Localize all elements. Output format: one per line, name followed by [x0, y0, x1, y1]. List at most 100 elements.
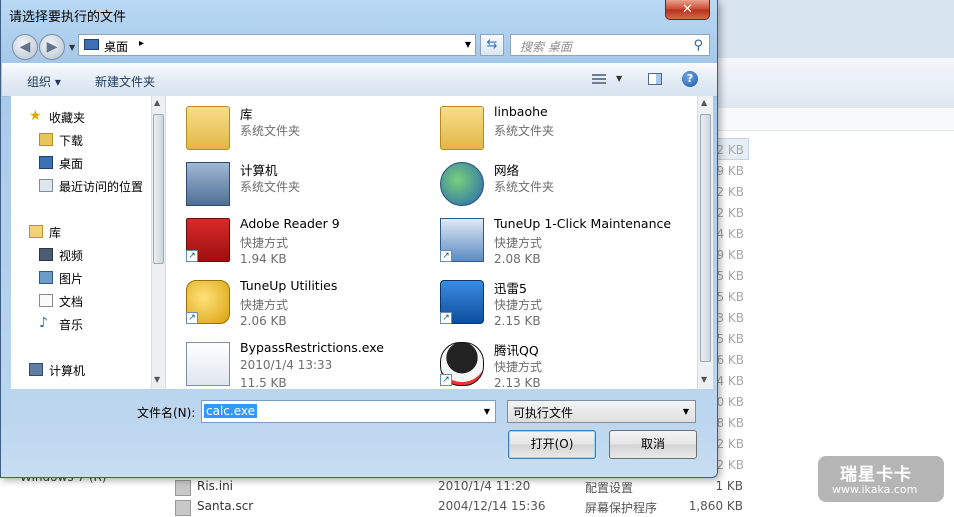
screensaver-file-icon	[175, 500, 191, 516]
file-detail: 快捷方式	[494, 236, 543, 250]
back-arrow-icon: ◀	[19, 39, 31, 55]
filename-dropdown-icon[interactable]: ▼	[484, 407, 490, 416]
address-location[interactable]: 桌面	[104, 38, 128, 55]
recent-locations-dropdown[interactable]: ▼	[69, 43, 75, 52]
background-file-date: 2010/1/4 11:20	[438, 479, 531, 493]
filetype-select[interactable]: 可执行文件 ▼	[507, 400, 696, 423]
nav-label: 收藏夹	[49, 111, 86, 125]
file-name: linbaohe	[494, 104, 548, 119]
watermark-title: 瑞星卡卡	[840, 465, 912, 485]
file-detail: 系统文件夹	[494, 180, 555, 194]
search-icon[interactable]: ⚲	[693, 38, 703, 53]
background-file-size: 1,860 KB	[688, 499, 743, 513]
background-file-size: 1 KB	[715, 479, 743, 493]
file-item[interactable]: ↗ TuneUp Utilities 快捷方式 2.06 KB	[166, 278, 416, 330]
view-options-icon[interactable]	[592, 72, 606, 86]
background-title-area	[716, 0, 954, 58]
background-file-name: Ris.ini	[197, 479, 234, 493]
filename-value[interactable]: calc.exe	[204, 404, 257, 418]
filename-input[interactable]: calc.exe ▼	[201, 400, 496, 423]
address-dropdown-icon[interactable]: ▼	[465, 40, 471, 49]
command-bar: 组织 ▾ 新建文件夹 ▼ ?	[2, 63, 717, 97]
file-item[interactable]: 网络 系统文件夹	[420, 160, 670, 212]
user-folder-icon	[440, 106, 484, 150]
file-size: 2.15 KB	[494, 314, 541, 328]
file-item[interactable]: BypassRestrictions.exe 2010/1/4 13:33 11…	[166, 340, 416, 389]
file-item[interactable]: linbaohe 系统文件夹	[420, 104, 670, 156]
documents-library-icon	[39, 294, 53, 307]
scroll-thumb[interactable]	[153, 114, 164, 264]
shortcut-arrow-icon: ↗	[186, 312, 198, 324]
file-detail: 快捷方式	[240, 298, 289, 312]
breadcrumb-separator[interactable]: ▸	[139, 38, 144, 49]
cancel-button[interactable]: 取消	[609, 430, 697, 459]
file-detail: 2010/1/4 13:33	[240, 358, 333, 372]
file-list-scrollbar[interactable]: ▲ ▼	[697, 96, 713, 389]
file-name: TuneUp 1-Click Maintenance	[494, 216, 672, 231]
desktop-icon	[84, 39, 99, 50]
desktop-icon	[39, 156, 53, 169]
filename-label: 文件名(N):	[137, 406, 196, 420]
back-button[interactable]: ◀	[12, 34, 38, 60]
exe-window-icon	[186, 342, 230, 386]
file-detail: 快捷方式	[494, 298, 543, 312]
scroll-up-icon[interactable]: ▲	[701, 98, 707, 107]
navigation-pane: ★ 收藏夹 下载 桌面 最近访问的位置 库 视频 图片 文档 ♪ 音乐 计算机	[11, 96, 166, 389]
open-button[interactable]: 打开(O)	[508, 430, 596, 459]
nav-pane-scrollbar[interactable]: ▲ ▼	[151, 96, 165, 389]
scroll-down-icon[interactable]: ▼	[701, 375, 707, 384]
file-item[interactable]: ↗ 迅雷5 快捷方式 2.15 KB	[420, 278, 670, 330]
file-name: BypassRestrictions.exe	[240, 340, 384, 355]
nav-label: 计算机	[49, 364, 86, 378]
nav-label: 图片	[59, 272, 84, 286]
pictures-library-icon	[39, 271, 53, 284]
shortcut-arrow-icon: ↗	[440, 250, 452, 262]
file-item[interactable]: ↗ 腾讯QQ 快捷方式 2.13 KB	[420, 340, 670, 389]
preview-pane-icon[interactable]	[648, 73, 662, 85]
close-button[interactable]: ✕	[665, 0, 710, 20]
file-item[interactable]: ↗ TuneUp 1-Click Maintenance 快捷方式 2.08 K…	[420, 216, 672, 268]
scroll-thumb[interactable]	[700, 114, 711, 362]
scroll-up-icon[interactable]: ▲	[154, 98, 160, 107]
file-size: 1.94 KB	[240, 252, 287, 266]
file-item[interactable]: 计算机 系统文件夹	[166, 160, 416, 212]
nav-label: 视频	[59, 249, 84, 263]
recent-places-icon	[39, 179, 53, 192]
new-folder-button[interactable]: 新建文件夹	[95, 73, 155, 90]
search-box[interactable]: 搜索 桌面 ⚲	[510, 34, 710, 56]
refresh-icon: ⇆	[486, 37, 498, 52]
scroll-down-icon[interactable]: ▼	[154, 375, 160, 384]
file-item[interactable]: ↗ Adobe Reader 9 快捷方式 1.94 KB	[166, 216, 416, 268]
nav-label: 桌面	[59, 157, 84, 171]
filetype-dropdown-icon[interactable]: ▼	[683, 407, 689, 416]
help-icon[interactable]: ?	[682, 71, 698, 87]
filetype-value: 可执行文件	[513, 406, 574, 420]
file-name: 腾讯QQ	[494, 343, 539, 358]
watermark: 瑞星卡卡 www.ikaka.com	[818, 456, 944, 502]
file-detail: 快捷方式	[240, 236, 289, 250]
file-name: 库	[240, 107, 253, 122]
file-name: 迅雷5	[494, 281, 527, 296]
music-note-icon: ♪	[39, 315, 48, 331]
search-input[interactable]: 搜索 桌面	[520, 38, 572, 55]
computer-icon	[186, 162, 230, 206]
file-list: 库 系统文件夹 linbaohe 系统文件夹 计算机 系统文件夹 网络 系统文件…	[166, 96, 697, 389]
file-item[interactable]: 库 系统文件夹	[166, 104, 416, 156]
shortcut-arrow-icon: ↗	[440, 374, 452, 386]
library-icon	[29, 225, 43, 238]
watermark-url: www.ikaka.com	[832, 483, 918, 496]
refresh-button[interactable]: ⇆	[480, 34, 504, 56]
open-file-dialog: 请选择要执行的文件 ✕ ◀ ▶ ▼ 桌面 ▸ ▼ ⇆ 搜索 桌面 ⚲ 组织 ▾ …	[0, 0, 718, 478]
forward-button[interactable]: ▶	[39, 34, 65, 60]
view-dropdown-icon[interactable]: ▼	[616, 74, 622, 83]
background-file-date: 2004/12/14 15:36	[438, 499, 546, 513]
file-name: 网络	[494, 163, 520, 178]
file-detail: 系统文件夹	[240, 124, 301, 138]
file-size: 2.08 KB	[494, 252, 541, 266]
address-bar[interactable]: 桌面 ▸ ▼	[78, 34, 476, 56]
file-detail: 系统文件夹	[240, 180, 301, 194]
file-size: 2.06 KB	[240, 314, 287, 328]
organize-button[interactable]: 组织 ▾	[27, 73, 61, 90]
ini-file-icon	[175, 480, 191, 496]
video-library-icon	[39, 248, 53, 261]
